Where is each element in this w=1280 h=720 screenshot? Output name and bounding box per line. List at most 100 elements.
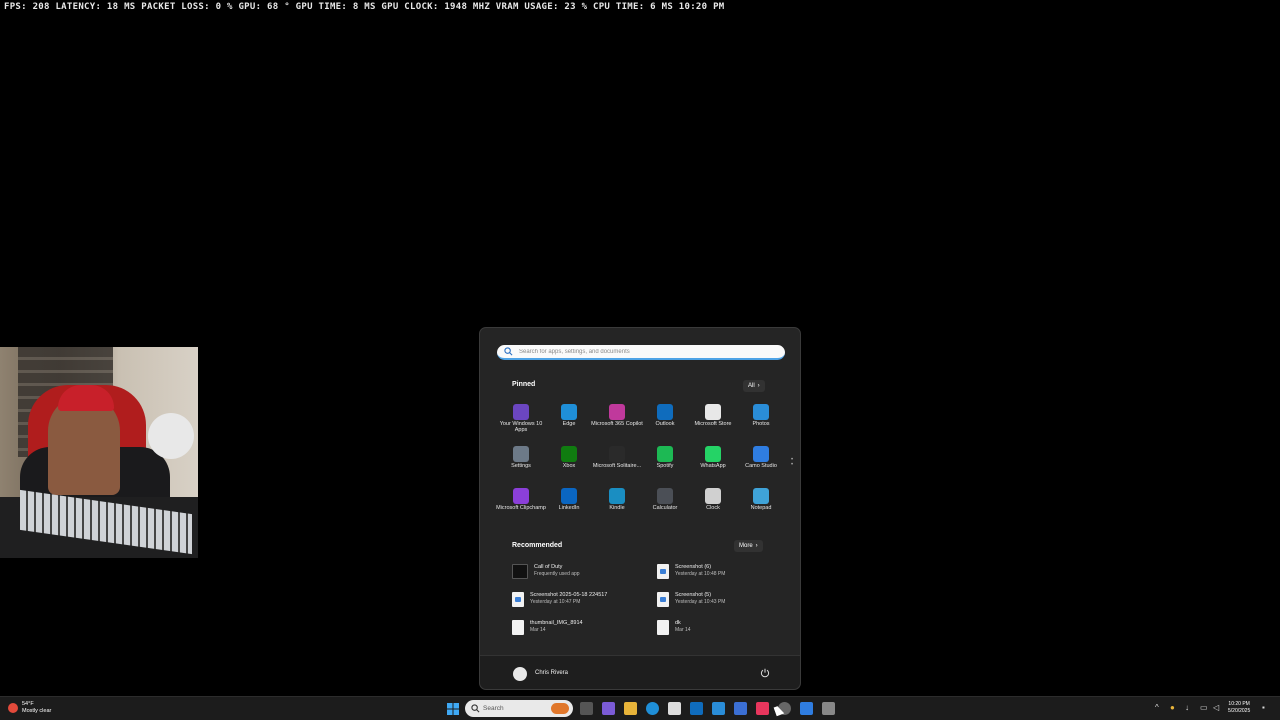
pinned-app[interactable]: Edge xyxy=(545,404,593,427)
start-search-input[interactable] xyxy=(519,345,779,358)
calculator-icon xyxy=(657,488,673,504)
taskbar-search[interactable] xyxy=(465,700,573,717)
edge-icon xyxy=(561,404,577,420)
pinned-app-label: Kindle xyxy=(609,505,625,511)
pinned-app[interactable]: WhatsApp xyxy=(689,446,737,469)
pinned-app[interactable]: Calculator xyxy=(641,488,689,511)
kindle-icon xyxy=(609,488,625,504)
pinned-app-label: WhatsApp xyxy=(700,463,726,469)
network-icon[interactable]: ▭ xyxy=(1200,703,1208,712)
pinned-app-label: Calculator xyxy=(652,505,678,511)
start-search-box[interactable] xyxy=(497,345,785,360)
weather-icon xyxy=(8,703,18,713)
recommended-item[interactable]: Screenshot 2025-05-18 224517 Yesterday at… xyxy=(512,592,652,607)
camo-icon xyxy=(753,446,769,462)
pinned-app[interactable]: Microsoft Solitaire... xyxy=(593,446,641,469)
pinned-app[interactable]: Microsoft Store xyxy=(689,404,737,427)
pinned-app-label: Xbox xyxy=(562,463,576,469)
start-menu: Pinned All › Your Windows 10 Apps Edge Mic… xyxy=(479,327,801,690)
volume-icon[interactable]: ◁ xyxy=(1213,703,1219,712)
more-button[interactable]: More › xyxy=(734,540,763,552)
task-view-icon[interactable] xyxy=(580,702,593,715)
chevron-right-icon: › xyxy=(755,543,758,549)
notification-icon[interactable]: ▪ xyxy=(1262,703,1265,712)
pinned-app[interactable]: Photos xyxy=(737,404,785,427)
settings-icon xyxy=(513,446,529,462)
pinned-app-label: Spotify xyxy=(656,463,674,469)
chevron-up-icon[interactable]: ^ xyxy=(1155,703,1159,712)
pinned-app-label: Outlook xyxy=(655,421,675,427)
user-name[interactable]: Chris Rivera xyxy=(535,670,568,676)
taskbar: 54°F Mostly clear ^ ● ↓ ▭ ◁ 10:20 PM xyxy=(0,696,1280,720)
weather-temp: 54°F xyxy=(22,701,34,707)
pinned-app[interactable]: Camo Studio xyxy=(737,446,785,469)
copilot-icon xyxy=(609,404,625,420)
recommended-item[interactable]: Call of Duty Frequently used app xyxy=(512,564,652,579)
search-highlight-icon xyxy=(551,703,569,714)
more-label: More xyxy=(739,543,753,549)
outlook-icon[interactable] xyxy=(690,702,703,715)
pinned-app[interactable]: Kindle xyxy=(593,488,641,511)
copilot-icon[interactable] xyxy=(602,702,615,715)
pinned-app-label: Clock xyxy=(706,505,720,511)
taskbar-search-input[interactable] xyxy=(483,702,543,715)
recommended-title: Recommended xyxy=(512,542,563,549)
page-dots-icon[interactable]: • • xyxy=(791,457,793,468)
pinned-app-label: Settings xyxy=(511,463,531,469)
file-icon xyxy=(512,620,524,635)
pinned-app-label: Photos xyxy=(752,421,770,427)
all-apps-button[interactable]: All › xyxy=(743,380,765,392)
recommended-item-subtitle: Yesterday at 10:43 PM xyxy=(675,599,726,605)
tiktok-icon[interactable] xyxy=(756,702,769,715)
recommended-item-subtitle: Yesterday at 10:48 PM xyxy=(675,571,726,577)
file-icon xyxy=(657,564,669,579)
weather-widget[interactable]: 54°F Mostly clear xyxy=(8,701,51,715)
pinned-app[interactable]: Your Windows 10 Apps xyxy=(497,404,545,433)
camo-icon[interactable] xyxy=(800,702,813,715)
edge-icon[interactable] xyxy=(646,702,659,715)
recommended-item-subtitle: Mar 14 xyxy=(675,627,691,633)
pinned-app[interactable]: LinkedIn xyxy=(545,488,593,511)
recommended-item-name: Call of Duty xyxy=(534,564,563,570)
pinned-app[interactable]: Outlook xyxy=(641,404,689,427)
recommended-item-name: Screenshot 2025-05-18 224517 xyxy=(530,592,608,598)
mail-icon[interactable] xyxy=(712,702,725,715)
start-footer: Chris Rivera xyxy=(480,655,800,689)
tray-app-icon[interactable]: ● xyxy=(1170,703,1175,712)
pinned-app[interactable]: Xbox xyxy=(545,446,593,469)
outlook-icon xyxy=(657,404,673,420)
download-icon[interactable]: ↓ xyxy=(1185,703,1189,712)
taskbar-clock[interactable]: 10:20 PM 5/20/2025 xyxy=(1228,701,1250,715)
pinned-app[interactable]: Spotify xyxy=(641,446,689,469)
pinned-app[interactable]: Settings xyxy=(497,446,545,469)
pinned-app[interactable]: Microsoft 365 Copilot xyxy=(591,404,643,427)
recommended-item-subtitle: Yesterday at 10:47 PM xyxy=(530,599,581,605)
recommended-item[interactable]: dk Mar 14 xyxy=(657,620,797,635)
all-apps-label: All xyxy=(748,383,755,389)
pinned-app-label: Microsoft 365 Copilot xyxy=(591,421,643,427)
weather-desc: Mostly clear xyxy=(22,708,52,714)
power-icon[interactable] xyxy=(760,668,770,678)
windows-apps-icon xyxy=(513,404,529,420)
file-explorer-icon[interactable] xyxy=(624,702,637,715)
avatar[interactable] xyxy=(513,667,527,681)
pinned-app[interactable]: Clock xyxy=(689,488,737,511)
app-icon[interactable] xyxy=(734,702,747,715)
file-icon xyxy=(657,620,669,635)
pinned-app[interactable]: Microsoft Clipchamp xyxy=(496,488,546,511)
windows-start-icon[interactable] xyxy=(446,702,459,715)
clock-icon xyxy=(705,488,721,504)
store-icon[interactable] xyxy=(668,702,681,715)
recommended-item[interactable]: Screenshot (6) Yesterday at 10:48 PM xyxy=(657,564,797,579)
recommended-item-name: Screenshot (5) xyxy=(675,592,712,598)
pinned-app-label: Edge xyxy=(562,421,576,427)
recommended-item[interactable]: thumbnail_IMG_8914 Mar 14 xyxy=(512,620,652,635)
pinned-app[interactable]: Notepad xyxy=(737,488,785,511)
pinned-app-label: Microsoft Store xyxy=(694,421,732,427)
window-icon[interactable] xyxy=(822,702,835,715)
pinned-app-label: Your Windows 10 Apps xyxy=(499,421,543,433)
recommended-item-name: Screenshot (6) xyxy=(675,564,712,570)
whatsapp-icon xyxy=(705,446,721,462)
recommended-item[interactable]: Screenshot (5) Yesterday at 10:43 PM xyxy=(657,592,797,607)
file-icon xyxy=(657,592,669,607)
